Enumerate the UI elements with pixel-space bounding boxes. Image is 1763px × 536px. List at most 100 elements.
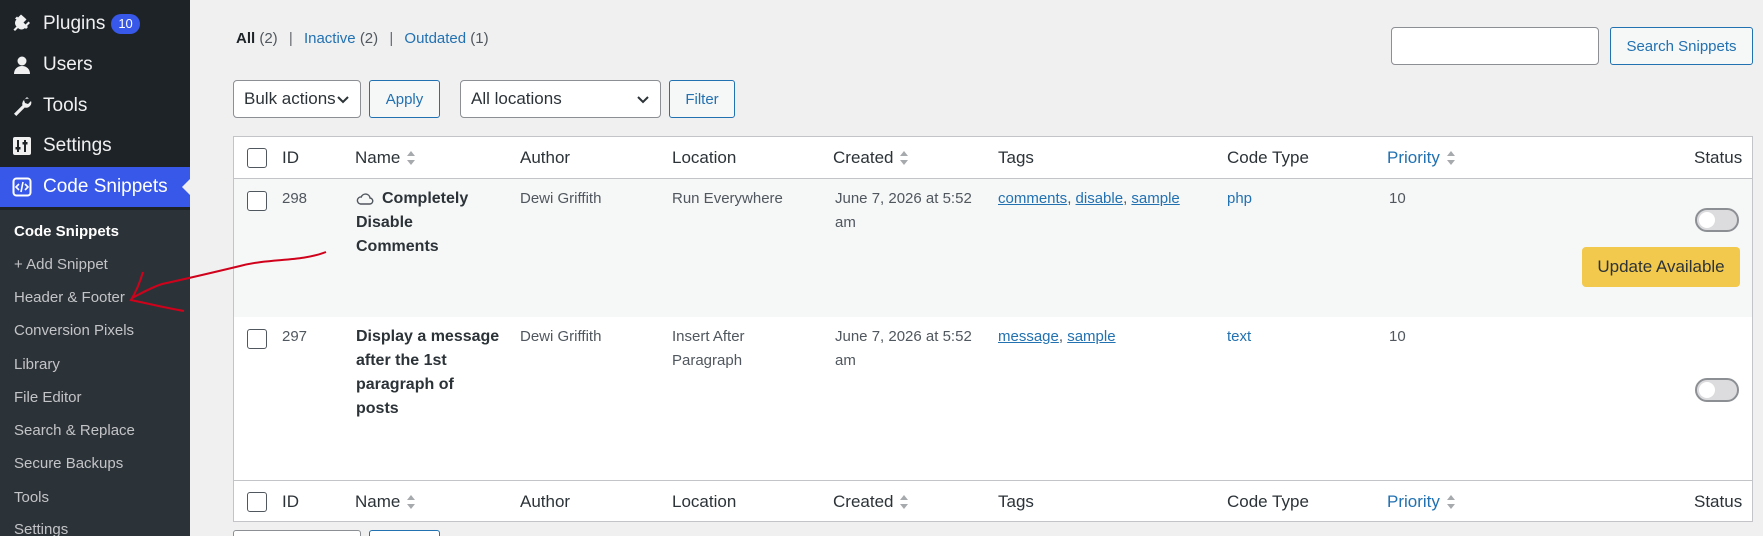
snippet-name-line: posts — [356, 400, 399, 417]
sort-icon — [900, 495, 909, 509]
submenu-search-replace[interactable]: Search & Replace — [14, 420, 135, 442]
submenu-tools[interactable]: Tools — [14, 487, 49, 509]
column-priority[interactable]: Priority — [1387, 148, 1456, 168]
snippet-created: June 7, 2026 at 5:52 am — [835, 187, 972, 235]
column-author: Author — [520, 492, 571, 511]
locations-select[interactable]: All locations — [460, 80, 661, 118]
column-tags: Tags — [998, 492, 1034, 511]
submenu-header-footer[interactable]: Header & Footer — [14, 287, 125, 309]
filter-button[interactable]: Filter — [669, 80, 735, 118]
column-created[interactable]: Created — [833, 148, 909, 168]
snippet-priority: 10 — [1389, 190, 1406, 207]
bulk-actions-select-bottom[interactable] — [233, 530, 361, 536]
snippet-name-line: after the 1st — [356, 352, 447, 369]
column-code-type: Code Type — [1227, 492, 1309, 511]
column-name[interactable]: Name — [355, 492, 416, 512]
column-author: Author — [520, 148, 571, 167]
row-checkbox[interactable] — [247, 329, 267, 349]
snippet-name-line: Comments — [356, 238, 439, 255]
status-toggle[interactable] — [1695, 208, 1739, 232]
code-snippets-submenu: Code Snippets + Add Snippet Header & Foo… — [0, 210, 190, 536]
snippet-name-line: Display a message — [356, 328, 500, 345]
tag-link[interactable]: disable — [1076, 190, 1124, 207]
column-status: Status — [1694, 148, 1743, 167]
settings-sliders-icon — [11, 135, 33, 157]
snippet-name-line: Disable — [356, 214, 413, 231]
created-line: June 7, 2026 at 5:52 — [835, 328, 972, 345]
location-line: Paragraph — [672, 352, 743, 369]
snippets-table: ID Name Author Location Created Tags Cod… — [233, 136, 1753, 522]
select-all-checkbox[interactable] — [247, 148, 267, 168]
status-toggle[interactable] — [1695, 378, 1739, 402]
column-id: ID — [282, 148, 299, 167]
menu-item-plugins[interactable]: Plugins 10 — [0, 4, 190, 44]
filter-all[interactable]: All — [236, 30, 255, 47]
column-location: Location — [672, 148, 737, 167]
sort-icon — [900, 151, 909, 165]
menu-item-tools[interactable]: Tools — [0, 86, 190, 126]
column-tags: Tags — [998, 148, 1034, 167]
menu-label: Settings — [43, 135, 112, 156]
snippet-name[interactable]: Display a message after the 1st paragrap… — [356, 325, 499, 421]
user-icon — [11, 54, 33, 76]
location-line: Insert After — [672, 328, 745, 345]
menu-item-settings[interactable]: Settings — [0, 126, 190, 166]
snippet-author: Dewi Griffith — [520, 190, 602, 207]
menu-label: Plugins — [43, 13, 106, 34]
plug-icon — [11, 13, 33, 35]
bulk-actions-select[interactable]: Bulk actions — [233, 80, 361, 118]
sort-icon — [407, 495, 416, 509]
filter-inactive[interactable]: Inactive — [304, 30, 356, 47]
cloud-icon — [356, 193, 374, 205]
locations-value: All locations — [471, 89, 562, 108]
submenu-settings[interactable]: Settings — [14, 519, 68, 536]
column-priority-label: Priority — [1387, 492, 1440, 511]
sort-icon — [1446, 495, 1455, 509]
column-id: ID — [282, 492, 299, 511]
column-priority[interactable]: Priority — [1387, 492, 1456, 512]
snippet-name-line: Completely — [382, 190, 469, 207]
tag-link[interactable]: message — [998, 328, 1059, 345]
snippet-created: June 7, 2026 at 5:52 am — [835, 325, 972, 373]
snippet-tags: message, sample — [998, 328, 1116, 345]
filter-outdated[interactable]: Outdated — [404, 30, 466, 47]
submenu-add-snippet[interactable]: + Add Snippet — [14, 254, 108, 276]
filter-separator: | — [288, 30, 293, 47]
search-snippets-button[interactable]: Search Snippets — [1610, 27, 1753, 65]
created-line: am — [835, 352, 856, 369]
apply-button[interactable]: Apply — [369, 80, 440, 118]
submenu-conversion-pixels[interactable]: Conversion Pixels — [14, 320, 134, 342]
column-created[interactable]: Created — [833, 492, 909, 512]
tag-link[interactable]: sample — [1131, 190, 1179, 207]
submenu-library[interactable]: Library — [14, 354, 60, 376]
menu-item-code-snippets[interactable]: Code Snippets — [0, 167, 190, 207]
submenu-code-snippets[interactable]: Code Snippets — [14, 221, 119, 243]
submenu-secure-backups[interactable]: Secure Backups — [14, 453, 123, 475]
menu-item-users[interactable]: Users — [0, 45, 190, 85]
status-filter-links: All (2) | Inactive (2) | Outdated (1) — [236, 30, 489, 47]
tag-link[interactable]: comments — [998, 190, 1067, 207]
filter-separator: | — [389, 30, 394, 47]
menu-label: Tools — [43, 95, 88, 116]
submenu-file-editor[interactable]: File Editor — [14, 387, 82, 409]
update-available-button[interactable]: Update Available — [1582, 247, 1740, 287]
column-status: Status — [1694, 492, 1743, 511]
table-row: 297 Display a message after the 1st para… — [234, 317, 1752, 480]
snippet-name[interactable]: Completely Disable Comments — [356, 187, 468, 259]
filter-all-count: (2) — [259, 30, 278, 47]
tag-link[interactable]: sample — [1067, 328, 1115, 345]
snippet-location: Run Everywhere — [672, 187, 783, 211]
snippet-tags: comments, disable, sample — [998, 190, 1180, 207]
snippet-code-type[interactable]: php — [1227, 187, 1252, 211]
sort-icon — [1446, 151, 1455, 165]
search-input[interactable] — [1391, 27, 1599, 65]
table-header: ID Name Author Location Created Tags Cod… — [234, 137, 1752, 179]
select-all-checkbox[interactable] — [247, 492, 267, 512]
row-checkbox[interactable] — [247, 191, 267, 211]
table-footer: ID Name Author Location Created Tags Cod… — [234, 480, 1752, 522]
filter-outdated-count: (1) — [470, 30, 489, 47]
apply-button-bottom[interactable] — [369, 530, 440, 536]
column-name[interactable]: Name — [355, 148, 416, 168]
column-name-label: Name — [355, 148, 401, 167]
snippet-code-type[interactable]: text — [1227, 325, 1251, 349]
